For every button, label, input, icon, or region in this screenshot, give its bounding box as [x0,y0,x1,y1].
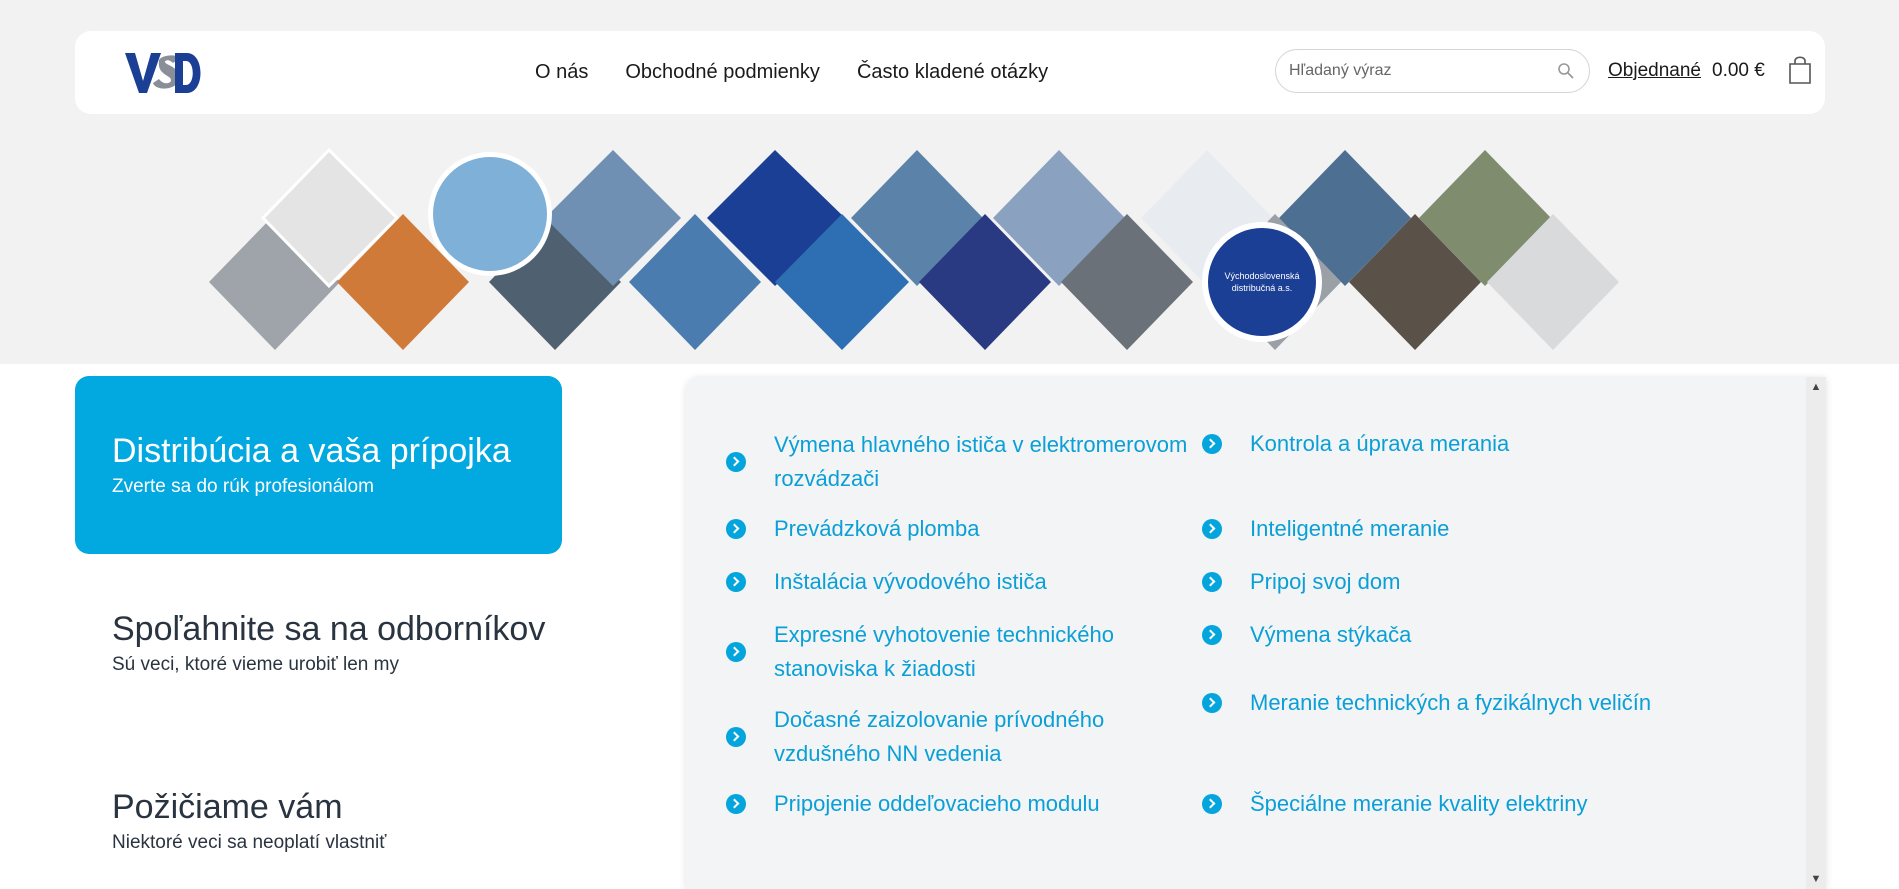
banner-tiles [209,147,1619,350]
service-link[interactable]: Inteligentné meranie [1202,512,1670,546]
chevron-right-icon [726,572,746,592]
service-link[interactable]: Výmena hlavného ističa v elektromerovom … [726,428,1194,496]
service-link[interactable]: Meranie technických a fyzikálnych veličí… [1202,686,1770,720]
category-distribution[interactable]: Distribúcia a vaša prípojka Zverte sa do… [75,376,562,554]
shopping-bag-icon[interactable] [1787,55,1813,85]
chevron-right-icon [726,794,746,814]
category-subtitle: Niektoré veci sa neoplatí vlastniť [112,832,387,854]
chevron-right-icon [1202,434,1222,454]
scroll-up-icon[interactable]: ▲ [1810,381,1822,393]
service-link[interactable]: Pripojenie oddeľovacieho modulu [726,787,1194,821]
category-title: Distribúcia a vaša prípojka [112,432,511,470]
cart-amount: 0.00 € [1712,60,1765,81]
chevron-right-icon [726,727,746,747]
service-link[interactable]: Špeciálne meranie kvality elektriny [1202,787,1670,821]
chevron-right-icon [1202,794,1222,814]
nav-faq[interactable]: Často kladené otázky [857,61,1048,84]
chevron-right-icon [726,452,746,472]
chevron-right-icon [1202,693,1222,713]
site-header: O nás Obchodné podmienky Často kladené o… [75,31,1825,114]
banner-badge [1208,228,1316,336]
category-title: Spoľahnite sa na odborníkov [112,610,546,648]
orders-link[interactable]: Objednané [1608,60,1701,82]
category-rental[interactable]: Požičiame vám Niektoré veci sa neoplatí … [75,732,562,889]
search-box [1275,49,1590,93]
service-link[interactable]: Prevádzková plomba [726,512,1194,546]
chevron-right-icon [726,642,746,662]
nav-terms[interactable]: Obchodné podmienky [625,61,820,84]
services-panel: Výmena hlavného ističa v elektromerovom … [686,377,1826,889]
banner-circle-photo [433,157,547,271]
service-link[interactable]: Inštalácia vývodového ističa [726,565,1194,599]
service-link[interactable]: Expresné vyhotovenie technického stanovi… [726,618,1194,686]
service-link[interactable]: Pripoj svoj dom [1202,565,1670,599]
banner-badge-line1: Východoslovenská [1224,271,1299,281]
category-title: Požičiame vám [112,788,343,826]
vsd-logo[interactable] [123,51,201,95]
service-link[interactable]: Dočasné zaizolovanie prívodného vzdušnéh… [726,703,1194,771]
chevron-right-icon [1202,572,1222,592]
search-icon[interactable] [1557,62,1575,80]
category-subtitle: Sú veci, ktoré vieme urobiť len my [112,654,399,676]
category-experts[interactable]: Spoľahnite sa na odborníkov Sú veci, kto… [75,554,562,732]
scroll-down-icon[interactable]: ▼ [1810,873,1822,885]
nav-about[interactable]: O nás [535,61,588,84]
main-nav: O nás Obchodné podmienky Často kladené o… [535,31,1085,114]
panel-scrollbar[interactable]: ▲ ▼ [1806,377,1826,889]
chevron-right-icon [1202,625,1222,645]
service-link[interactable]: Výmena stýkača [1202,618,1670,652]
banner-collage: Východoslovenská distribučná a.s. [209,147,1619,350]
category-subtitle: Zverte sa do rúk profesionálom [112,476,374,498]
service-link[interactable]: Kontrola a úprava merania [1202,427,1670,461]
search-input[interactable] [1289,59,1539,83]
category-menu: Distribúcia a vaša prípojka Zverte sa do… [75,376,562,889]
chevron-right-icon [1202,519,1222,539]
chevron-right-icon [726,519,746,539]
banner-badge-line2: distribučná a.s. [1232,283,1293,293]
